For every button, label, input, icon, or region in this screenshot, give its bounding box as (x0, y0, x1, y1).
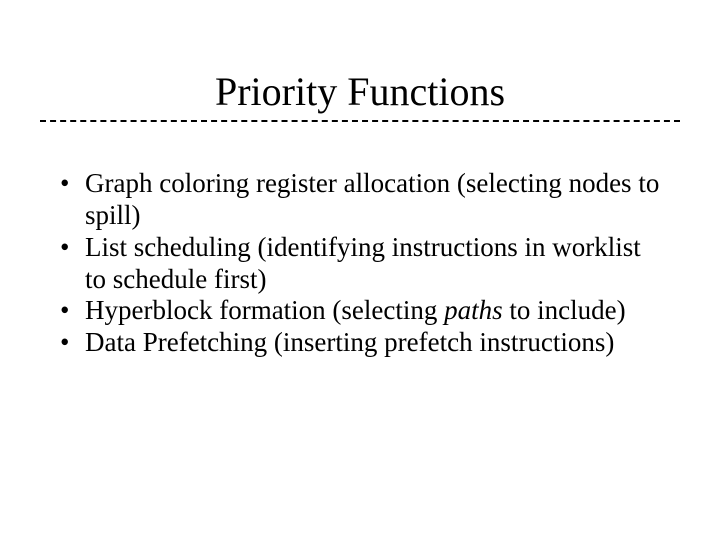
slide-title: Priority Functions (0, 68, 720, 115)
bullet-list: Graph coloring register allocation (sele… (55, 168, 660, 359)
list-item: Hyperblock formation (selecting paths to… (55, 295, 660, 327)
bullet-text: Graph coloring register allocation (sele… (85, 168, 659, 230)
title-divider (40, 120, 680, 122)
bullet-text-italic: paths (444, 295, 503, 325)
bullet-text: to include) (503, 295, 626, 325)
bullet-text: Data Prefetching (inserting prefetch ins… (85, 327, 614, 357)
list-item: Graph coloring register allocation (sele… (55, 168, 660, 232)
bullet-text: Hyperblock formation (selecting (85, 295, 444, 325)
list-item: Data Prefetching (inserting prefetch ins… (55, 327, 660, 359)
list-item: List scheduling (identifying instruction… (55, 232, 660, 296)
slide: Priority Functions Graph coloring regist… (0, 0, 720, 540)
bullet-text: List scheduling (identifying instruction… (85, 232, 641, 294)
